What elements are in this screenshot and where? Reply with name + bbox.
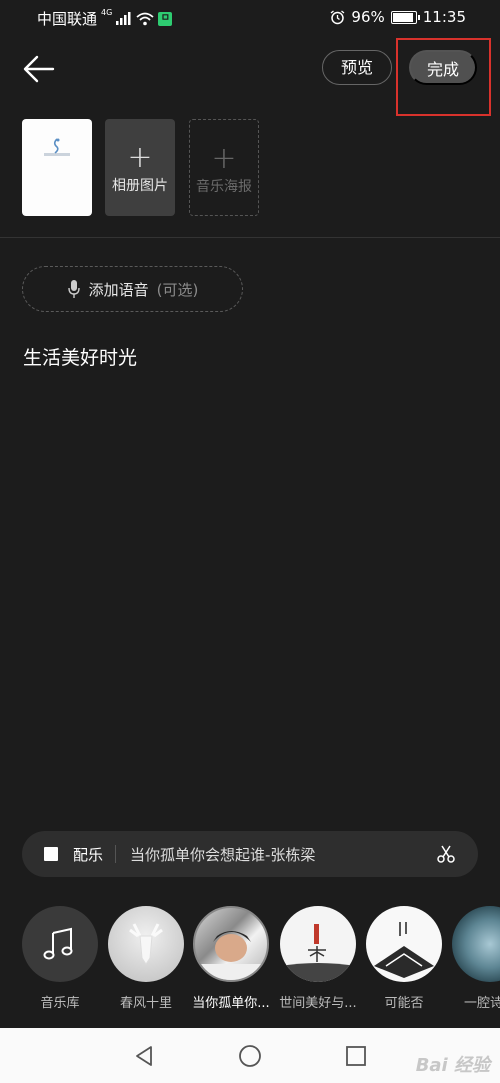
song-name: 可能否 xyxy=(384,996,424,1011)
preview-button[interactable]: 预览 xyxy=(322,50,392,85)
album-photo-button[interactable]: + 相册图片 xyxy=(105,119,175,216)
signal-icon xyxy=(116,12,131,25)
music-poster-label: 音乐海报 xyxy=(196,179,252,195)
song-cover xyxy=(452,906,500,982)
add-voice-optional: (可选) xyxy=(156,280,199,299)
alarm-icon xyxy=(331,9,345,24)
music-checkbox[interactable] xyxy=(44,847,58,861)
plus-icon: + xyxy=(211,141,237,176)
network-type: 4G xyxy=(101,8,113,17)
current-song[interactable]: 当你孤单你会想起谁-张栋梁 xyxy=(130,844,436,865)
nav-back-icon[interactable] xyxy=(132,1044,156,1068)
music-label: 配乐 xyxy=(73,845,104,864)
status-left: 中国联通 4G ㅁ xyxy=(37,8,173,29)
highlight-annotation-box xyxy=(396,38,491,116)
song-item-library[interactable]: 音乐库 xyxy=(21,906,99,1011)
divider xyxy=(0,237,500,238)
song-item-selected[interactable]: 当你孤单你... xyxy=(192,906,270,1011)
watermark: Bai 经验 xyxy=(415,1055,490,1076)
app-notification-icon: ㅁ xyxy=(158,11,173,26)
plus-icon: + xyxy=(127,140,153,175)
status-right: 96% 11:35 xyxy=(330,8,466,26)
music-bar-separator xyxy=(115,845,117,863)
song-item[interactable]: 世间美好与... xyxy=(279,906,357,1011)
album-art-image xyxy=(374,922,434,978)
song-cover xyxy=(108,906,184,982)
nav-recent-icon[interactable] xyxy=(344,1044,368,1068)
song-name: 春风十里 xyxy=(119,996,172,1011)
music-bar: 配乐 当你孤单你会想起谁-张栋梁 xyxy=(22,831,478,877)
scissors-icon[interactable] xyxy=(436,844,456,864)
deer-head-icon xyxy=(129,923,163,965)
song-item[interactable]: 一腔诗意 xyxy=(451,906,500,1011)
microphone-icon xyxy=(67,280,80,298)
poster-thumbnail[interactable] xyxy=(22,119,92,216)
add-voice-button[interactable]: 添加语音 (可选) xyxy=(22,266,243,312)
clock: 11:35 xyxy=(422,8,466,26)
battery-icon xyxy=(390,10,420,24)
song-name: 一腔诗意 xyxy=(463,996,500,1011)
music-note-icon xyxy=(43,927,73,960)
song-name: 世间美好与... xyxy=(279,996,357,1011)
album-art-image xyxy=(280,924,356,982)
song-name: 音乐库 xyxy=(40,996,80,1011)
song-name: 当你孤单你... xyxy=(192,996,270,1011)
song-cover xyxy=(193,906,269,982)
status-bar: 中国联通 4G ㅁ 96% 11:35 xyxy=(0,0,500,36)
carrier-name: 中国联通 xyxy=(37,10,98,28)
song-list: 音乐库 春风十里 当你孤单你... 世间美好与... 可能否 一腔诗 xyxy=(0,906,500,1012)
nav-home-icon[interactable] xyxy=(238,1044,262,1068)
add-voice-label: 添加语音 xyxy=(88,280,149,299)
wifi-icon xyxy=(136,12,154,25)
portrait-image xyxy=(195,931,267,980)
music-poster-button[interactable]: + 音乐海报 xyxy=(189,119,259,216)
song-cover xyxy=(280,906,356,982)
song-item[interactable]: 可能否 xyxy=(365,906,443,1011)
caption-text[interactable]: 生活美好时光 xyxy=(23,343,137,370)
album-photo-label: 相册图片 xyxy=(112,178,168,194)
song-cover xyxy=(22,906,98,982)
battery-percent: 96% xyxy=(351,8,385,26)
poster-caption-line xyxy=(44,153,70,156)
back-arrow-icon[interactable] xyxy=(22,52,56,86)
song-item[interactable]: 春风十里 xyxy=(107,906,185,1011)
navigation-bar: Bai 经验 xyxy=(0,1028,500,1083)
song-cover xyxy=(366,906,442,982)
